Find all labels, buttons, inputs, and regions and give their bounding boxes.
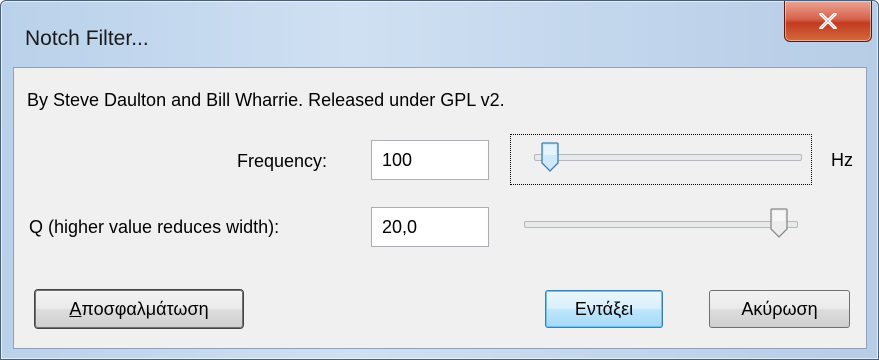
frequency-unit: Hz — [831, 150, 853, 170]
debug-button-mnemonic: Α — [69, 298, 82, 319]
close-button[interactable] — [784, 1, 872, 42]
debug-button-label: ποσφαλμάτωση — [81, 298, 209, 319]
frequency-field[interactable] — [371, 140, 489, 180]
q-label: Q (higher value reduces width): — [29, 217, 280, 237]
dialog-client-area: By Steve Daulton and Bill Wharrie. Relea… — [13, 67, 867, 349]
ok-button-label: Εντάξει — [574, 298, 634, 319]
close-icon — [819, 13, 837, 29]
window-title: Notch Filter... — [25, 27, 149, 50]
debug-button[interactable]: Αποσφαλμάτωση — [35, 290, 243, 328]
frequency-label: Frequency: — [237, 151, 328, 171]
q-slider-thumb[interactable] — [770, 208, 789, 238]
q-slider-track[interactable] — [524, 221, 798, 228]
cancel-button-label: Ακύρωση — [741, 298, 818, 319]
q-field[interactable] — [371, 207, 489, 247]
byline-text: By Steve Daulton and Bill Wharrie. Relea… — [27, 90, 505, 110]
dialog-window: Notch Filter... By Steve Daulton and Bil… — [0, 0, 879, 360]
cancel-button[interactable]: Ακύρωση — [709, 290, 850, 328]
ok-button[interactable]: Εντάξει — [545, 290, 663, 328]
title-bar[interactable]: Notch Filter... — [1, 1, 878, 63]
frequency-slider-track[interactable] — [534, 154, 802, 161]
frequency-slider-thumb[interactable] — [541, 142, 560, 172]
